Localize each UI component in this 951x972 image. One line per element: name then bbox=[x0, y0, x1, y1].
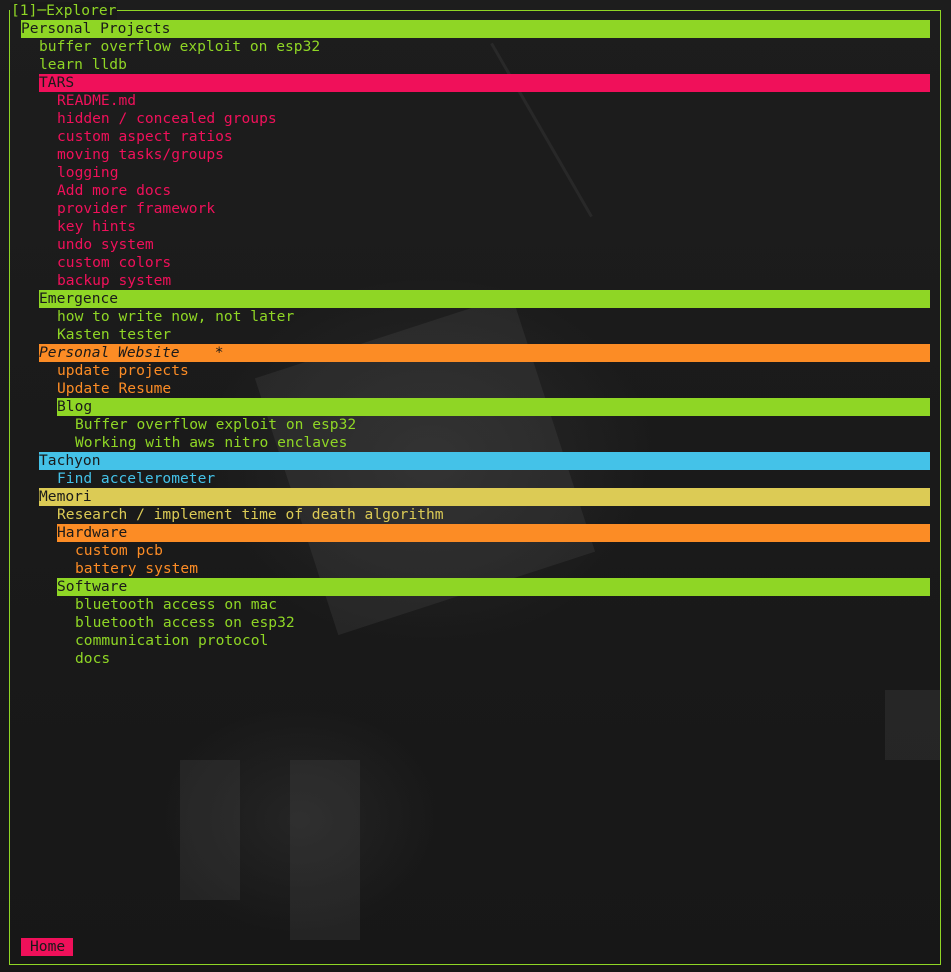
tree-task-row[interactable]: buffer overflow exploit on esp32 bbox=[39, 38, 930, 56]
tree-task-row[interactable]: Working with aws nitro enclaves bbox=[75, 434, 930, 452]
panel-title: [1]─Explorer bbox=[10, 2, 118, 20]
tree-task-row[interactable]: Kasten tester bbox=[57, 326, 930, 344]
tree-group-row[interactable]: Hardware bbox=[57, 524, 930, 542]
tree-task-row[interactable]: Update Resume bbox=[57, 380, 930, 398]
tree-task-row[interactable]: hidden / concealed groups bbox=[57, 110, 930, 128]
tree-task-row[interactable]: custom colors bbox=[57, 254, 930, 272]
tree-group-row[interactable]: Software bbox=[57, 578, 930, 596]
tree-group-row[interactable]: Memori bbox=[39, 488, 930, 506]
tree-task-row[interactable]: communication protocol bbox=[75, 632, 930, 650]
tree-task-row[interactable]: Buffer overflow exploit on esp32 bbox=[75, 416, 930, 434]
tree-task-row[interactable]: Research / implement time of death algor… bbox=[57, 506, 930, 524]
tree-group-row[interactable]: TARS bbox=[39, 74, 930, 92]
tree-group-row[interactable]: Emergence bbox=[39, 290, 930, 308]
tree-task-row[interactable]: bluetooth access on mac bbox=[75, 596, 930, 614]
home-tab[interactable]: Home bbox=[21, 938, 74, 956]
tree-task-row[interactable]: moving tasks/groups bbox=[57, 146, 930, 164]
tree-task-row[interactable]: how to write now, not later bbox=[57, 308, 930, 326]
tree-group-row[interactable]: Blog bbox=[57, 398, 930, 416]
tree-task-row[interactable]: README.md bbox=[57, 92, 930, 110]
tree-task-row[interactable]: learn lldb bbox=[39, 56, 930, 74]
tree-group-row[interactable]: Personal Projects bbox=[21, 20, 930, 38]
tree-task-row[interactable]: Add more docs bbox=[57, 182, 930, 200]
tree-task-row[interactable]: Find accelerometer bbox=[57, 470, 930, 488]
tree-task-row[interactable]: backup system bbox=[57, 272, 930, 290]
tree-task-row[interactable]: bluetooth access on esp32 bbox=[75, 614, 930, 632]
tree-task-row[interactable]: key hints bbox=[57, 218, 930, 236]
tree-task-row[interactable]: logging bbox=[57, 164, 930, 182]
tree-group-row[interactable]: Tachyon bbox=[39, 452, 930, 470]
tree-task-row[interactable]: custom pcb bbox=[75, 542, 930, 560]
tree-task-row[interactable]: battery system bbox=[75, 560, 930, 578]
tree-task-row[interactable]: update projects bbox=[57, 362, 930, 380]
tree-task-row[interactable]: provider framework bbox=[57, 200, 930, 218]
tree-task-row[interactable]: custom aspect ratios bbox=[57, 128, 930, 146]
task-tree: Personal Projects buffer overflow exploit… bbox=[21, 20, 930, 668]
tree-group-row[interactable]: Personal Website * bbox=[39, 344, 930, 362]
tree-task-row[interactable]: undo system bbox=[57, 236, 930, 254]
tree-task-row[interactable]: docs bbox=[75, 650, 930, 668]
